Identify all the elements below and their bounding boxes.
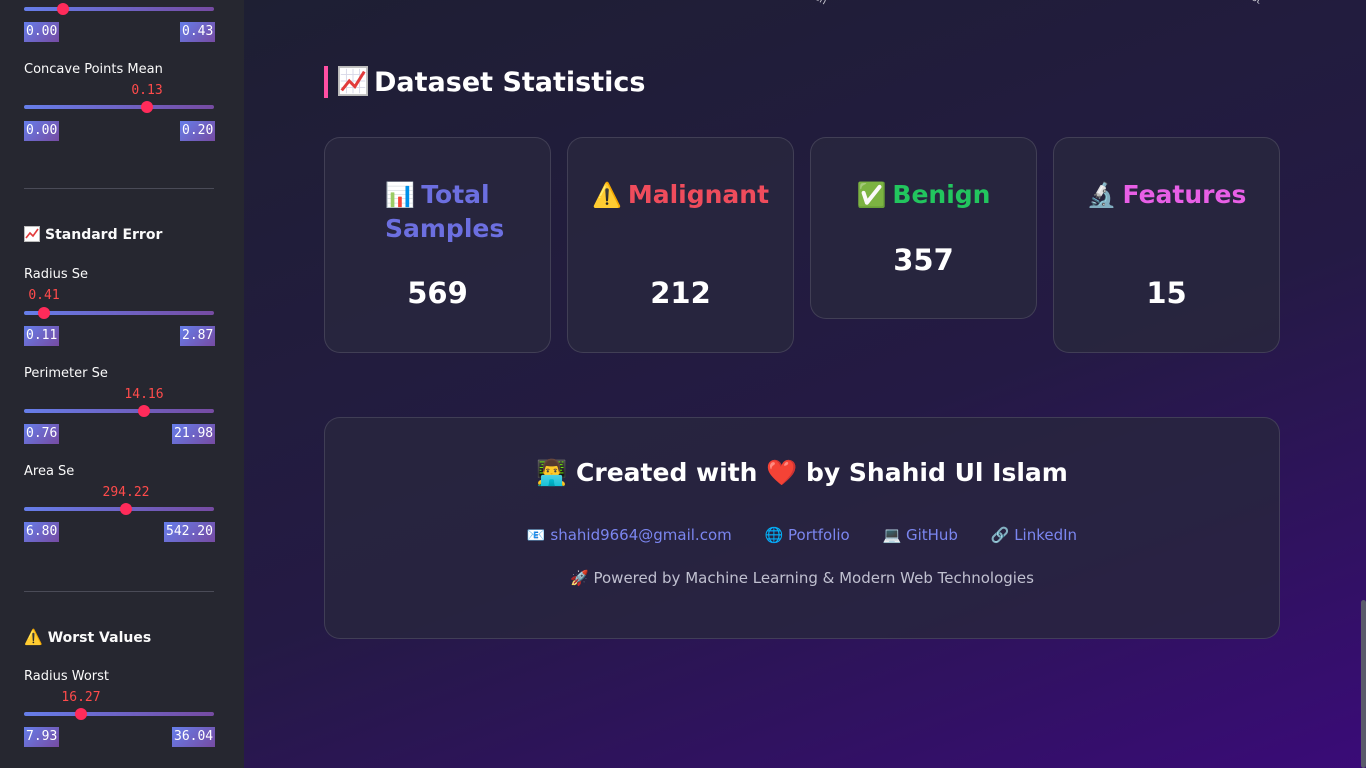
slider-thumb[interactable] — [75, 708, 87, 720]
email-link-text: shahid9664@gmail.com — [550, 526, 732, 544]
slider-max: 0.20 — [180, 121, 216, 141]
page-title: Dataset Statistics — [324, 66, 646, 98]
footer-card: 👨‍💻 Created with ❤️ by Shahid Ul Islam 📧… — [324, 417, 1280, 639]
slider-thumb[interactable] — [57, 3, 69, 15]
footer-title: 👨‍💻 Created with ❤️ by Shahid Ul Islam — [325, 458, 1279, 488]
slider-value: 14.16 — [124, 387, 164, 402]
github-link[interactable]: 💻 GitHub — [883, 526, 958, 544]
stat-card-title: ⚠️ Malignant — [568, 178, 793, 212]
section-heading-worst-values: ⚠️ Worst Values — [24, 628, 151, 646]
linkedin-link-text: LinkedIn — [1014, 526, 1078, 544]
slider-thumb[interactable] — [138, 405, 150, 417]
divider — [24, 591, 214, 592]
stat-card-features: 🔬 Features 15 — [1053, 137, 1280, 353]
slider-max: 542.20 — [164, 522, 215, 542]
footer-links: 📧 shahid9664@gmail.com 🌐 Portfolio 💻 Git… — [325, 526, 1279, 544]
slider-min: 0.11 — [24, 326, 60, 346]
github-link-text: GitHub — [905, 526, 958, 544]
main-content: an st Dataset Statistics 📊Total Samples … — [244, 0, 1366, 768]
slider-label: Radius Se — [24, 267, 88, 282]
slider-max: 36.04 — [172, 727, 216, 747]
footer-powered-text: Powered by Machine Learning & Modern Web… — [593, 569, 1034, 587]
chart-up-icon — [338, 66, 368, 96]
link-icon: 🔗 — [990, 526, 1010, 544]
slider-label: Perimeter Se — [24, 366, 108, 381]
stat-card-label: Features — [1122, 180, 1247, 209]
stat-card-value: 357 — [893, 243, 954, 277]
slider-min: 0.76 — [24, 424, 60, 444]
slider-min: 6.80 — [24, 522, 60, 542]
stat-card-benign: ✅ Benign 357 — [810, 137, 1037, 319]
slider-thumb[interactable] — [120, 503, 132, 515]
chart-up-icon — [24, 226, 40, 242]
stat-card-title: 🔬 Features — [1054, 178, 1279, 212]
sidebar: 0.00 0.43 Concave Points Mean 0.13 0.00 … — [0, 0, 244, 768]
slider-max: 21.98 — [172, 424, 216, 444]
page-title-text: Dataset Statistics — [374, 67, 646, 98]
footer-powered: 🚀 Powered by Machine Learning & Modern W… — [325, 569, 1279, 587]
slider-track[interactable] — [24, 7, 214, 11]
tick-label: st — [1250, 0, 1263, 7]
scrollbar[interactable] — [1361, 600, 1366, 768]
slider-track[interactable] — [24, 105, 214, 109]
slider-thumb[interactable] — [38, 307, 50, 319]
slider-max: 0.43 — [180, 22, 216, 42]
linkedin-link[interactable]: 🔗 LinkedIn — [991, 526, 1077, 544]
slider-value: 294.22 — [102, 485, 150, 500]
slider-label: Radius Worst — [24, 669, 109, 684]
slider-max: 2.87 — [180, 326, 216, 346]
tick-label: an — [812, 0, 828, 7]
developer-icon: 👨‍💻 — [536, 458, 568, 487]
footer-created-prefix: Created with — [576, 458, 758, 487]
email-link[interactable]: 📧 shahid9664@gmail.com — [527, 526, 732, 544]
bar-chart-icon: 📊 — [385, 181, 416, 209]
slider-value: 0.13 — [131, 83, 163, 98]
slider-value: 16.27 — [61, 690, 101, 705]
section-heading-text: Worst Values — [47, 630, 152, 646]
slider-value: 0.41 — [28, 288, 60, 303]
portfolio-link[interactable]: 🌐 Portfolio — [765, 526, 850, 544]
stat-card-title: ✅ Benign — [811, 178, 1036, 212]
portfolio-link-text: Portfolio — [788, 526, 850, 544]
stat-card-total-samples: 📊 Total Samples 569 — [324, 137, 551, 353]
check-icon: ✅ — [856, 181, 887, 209]
warning-icon: ⚠️ — [591, 181, 622, 209]
slider-track[interactable] — [24, 507, 214, 511]
slider-label: Concave Points Mean — [24, 62, 163, 77]
stat-card-title: 📊 Total Samples — [325, 178, 550, 246]
microscope-icon: 🔬 — [1086, 181, 1117, 209]
stat-card-malignant: ⚠️ Malignant 212 — [567, 137, 794, 353]
slider-min: 0.00 — [24, 22, 60, 42]
heart-icon: ❤️ — [766, 458, 798, 487]
slider-track[interactable] — [24, 311, 214, 315]
stat-card-value: 569 — [407, 276, 468, 310]
slider-track[interactable] — [24, 712, 214, 716]
slider-min: 7.93 — [24, 727, 60, 747]
section-heading-standard-error: Standard Error — [24, 226, 162, 243]
section-heading-text: Standard Error — [45, 227, 163, 243]
stat-card-value: 15 — [1146, 276, 1187, 310]
slider-track[interactable] — [24, 409, 214, 413]
laptop-icon: 💻 — [882, 526, 902, 544]
chart-tick-labels: an st — [244, 0, 1366, 10]
globe-icon: 🌐 — [764, 526, 784, 544]
slider-min: 0.00 — [24, 121, 60, 141]
stat-card-label: Benign — [892, 180, 991, 209]
divider — [24, 188, 214, 189]
slider-label: Area Se — [24, 464, 75, 479]
footer-created-suffix: by Shahid Ul Islam — [806, 458, 1068, 487]
stat-card-value: 212 — [650, 276, 711, 310]
stat-card-label: Malignant — [627, 180, 770, 209]
slider-thumb[interactable] — [141, 101, 153, 113]
rocket-icon: 🚀 — [570, 569, 589, 587]
email-icon: 📧 — [526, 526, 546, 544]
warning-icon: ⚠️ — [24, 628, 43, 646]
